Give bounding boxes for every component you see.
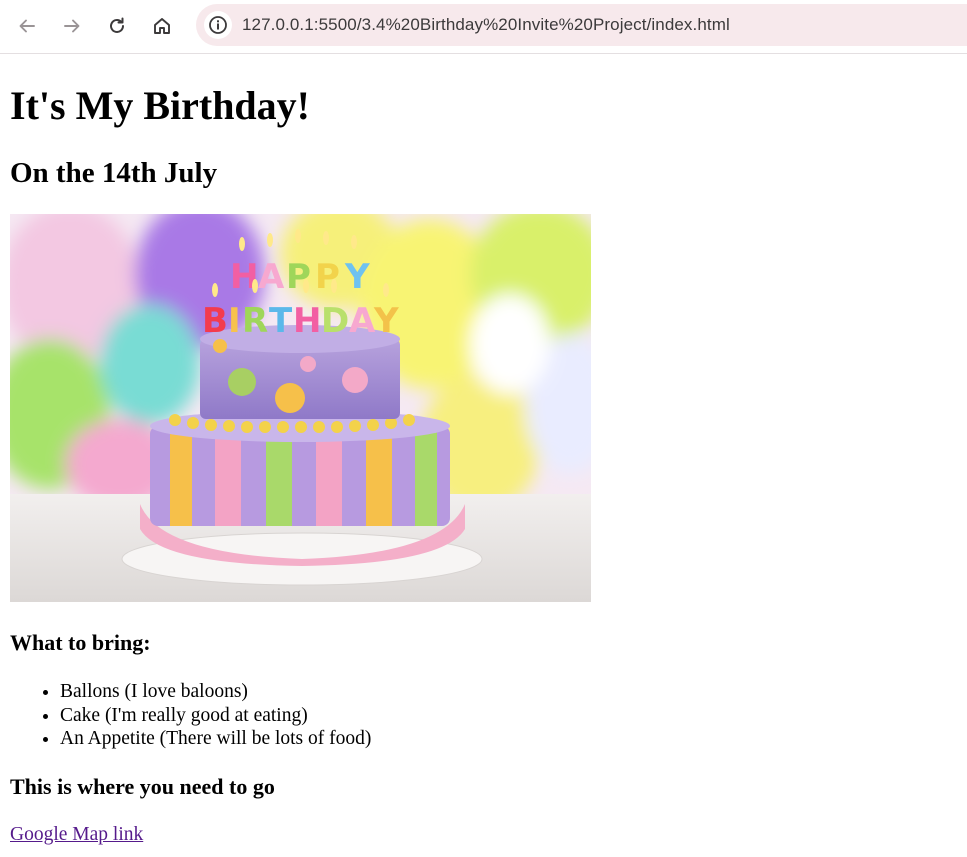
list-item: An Appetite (There will be lots of food) bbox=[60, 727, 371, 751]
bring-heading: What to bring: bbox=[10, 630, 151, 655]
where-heading: This is where you need to go bbox=[10, 774, 275, 799]
svg-text:B: B bbox=[202, 301, 228, 341]
forward-button[interactable] bbox=[55, 9, 89, 43]
svg-text:T: T bbox=[269, 301, 293, 341]
list-item: Cake (I'm really good at eating) bbox=[60, 704, 371, 728]
svg-text:Y: Y bbox=[373, 301, 399, 341]
home-icon bbox=[154, 18, 170, 34]
page-title: It's My Birthday! bbox=[10, 83, 310, 128]
svg-text:P: P bbox=[315, 257, 340, 297]
browser-toolbar: 127.0.0.1:5500/3.4%20Birthday%20Invite%2… bbox=[0, 0, 967, 54]
address-bar[interactable]: 127.0.0.1:5500/3.4%20Birthday%20Invite%2… bbox=[196, 4, 967, 46]
svg-text:R: R bbox=[242, 301, 268, 341]
list-item: Ballons (I love baloons) bbox=[60, 680, 371, 704]
svg-text:Y: Y bbox=[344, 257, 370, 297]
svg-text:A: A bbox=[349, 301, 376, 341]
reload-button[interactable] bbox=[100, 9, 134, 43]
url-text[interactable]: 127.0.0.1:5500/3.4%20Birthday%20Invite%2… bbox=[242, 15, 730, 35]
site-info-icon[interactable] bbox=[204, 11, 232, 39]
back-arrow-icon bbox=[19, 19, 35, 33]
birthday-cake-image: H A P P Y B I R T H D A Y bbox=[10, 214, 591, 602]
svg-text:I: I bbox=[228, 301, 241, 341]
bring-list: Ballons (I love baloons) Cake (I'm reall… bbox=[10, 680, 371, 751]
reload-icon bbox=[110, 17, 124, 33]
google-map-link[interactable]: Google Map link bbox=[10, 823, 143, 847]
back-button[interactable] bbox=[10, 9, 44, 43]
svg-text:A: A bbox=[258, 257, 285, 297]
home-button[interactable] bbox=[145, 9, 179, 43]
forward-arrow-icon bbox=[64, 19, 80, 33]
svg-text:H: H bbox=[293, 301, 321, 341]
date-heading: On the 14th July bbox=[10, 157, 218, 189]
svg-text:D: D bbox=[321, 301, 349, 341]
